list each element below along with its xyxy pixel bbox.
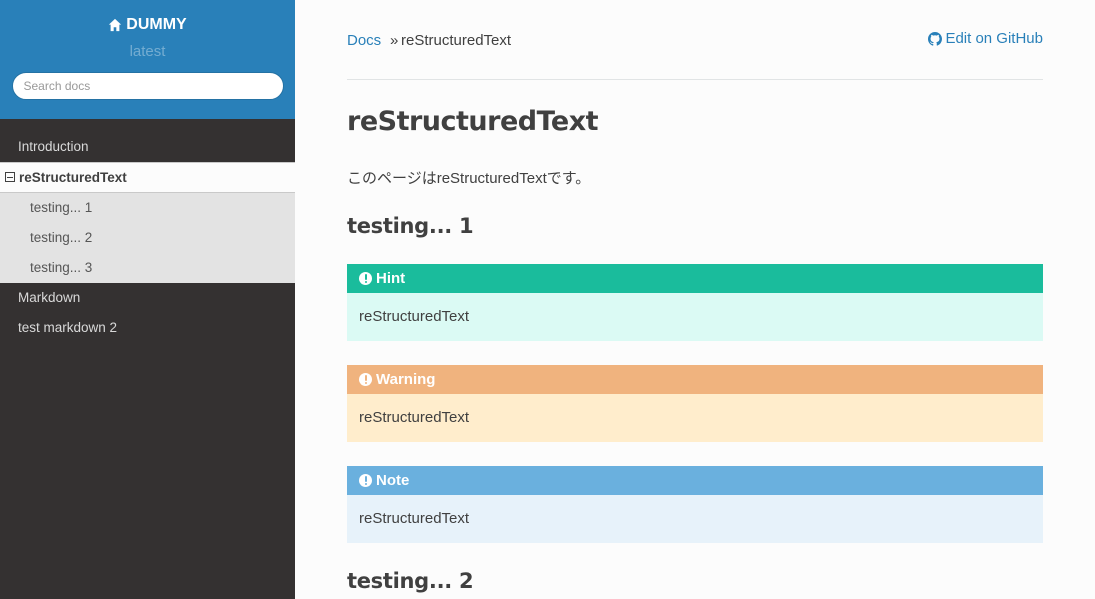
edit-on-github-label: Edit on GitHub — [945, 30, 1043, 47]
admonition-body: reStructuredText — [347, 495, 1043, 543]
sidebar-item-label: Markdown — [18, 290, 81, 305]
admonition-title: Note — [347, 466, 1043, 495]
project-name: DUMMY — [126, 16, 187, 33]
version-label: latest — [129, 43, 166, 60]
breadcrumb: Docs » reStructuredText Edit on GitHub — [347, 0, 1043, 80]
breadcrumb-separator: » — [390, 32, 399, 49]
collapse-toggle-icon[interactable] — [5, 172, 15, 183]
sidebar-item-label: testing... 2 — [30, 230, 93, 245]
admonition-title: Hint — [347, 264, 1043, 293]
exclamation-circle-icon — [359, 373, 372, 386]
github-icon — [928, 31, 943, 46]
hint-admonition: Hint reStructuredText — [347, 264, 1043, 341]
warning-admonition: Warning reStructuredText — [347, 365, 1043, 442]
sidebar-item-label: testing... 1 — [30, 200, 93, 215]
nav-menu: Introduction reStructuredText testing...… — [0, 132, 295, 343]
home-icon — [109, 18, 122, 32]
sidebar-item-markdown[interactable]: Markdown — [0, 283, 295, 313]
sidebar-item-label: test markdown 2 — [18, 320, 118, 335]
sidebar-item-test-markdown-2[interactable]: test markdown 2 — [0, 313, 295, 343]
admonition-body: reStructuredText — [347, 394, 1043, 442]
note-admonition: Note reStructuredText — [347, 466, 1043, 543]
main-content: Docs » reStructuredText Edit on GitHub r… — [347, 0, 1043, 593]
breadcrumb-docs-link[interactable]: Docs — [347, 32, 381, 49]
sidebar-subitem-testing-3[interactable]: testing... 3 — [0, 253, 295, 283]
sidebar-item-restructuredtext[interactable]: reStructuredText — [0, 162, 295, 193]
admonition-title-label: Note — [376, 472, 410, 489]
sidebar-subitem-testing-2[interactable]: testing... 2 — [0, 223, 295, 253]
sidebar: DUMMY latest Introduction reStructuredTe… — [0, 0, 295, 599]
sidebar-item-introduction[interactable]: Introduction — [0, 132, 295, 162]
search-input[interactable] — [11, 72, 284, 100]
sidebar-item-label: testing... 3 — [30, 260, 93, 275]
project-home-link[interactable]: DUMMY — [108, 14, 187, 36]
edit-on-github-link[interactable]: Edit on GitHub — [928, 30, 1043, 47]
sidebar-item-label: Introduction — [18, 139, 89, 154]
page-title: reStructuredText — [347, 106, 599, 137]
admonition-title-label: Hint — [376, 270, 406, 287]
breadcrumb-current: reStructuredText — [401, 32, 512, 49]
admonition-body: reStructuredText — [347, 293, 1043, 341]
intro-paragraph: このページはreStructuredTextです。 — [347, 170, 591, 187]
exclamation-circle-icon — [359, 272, 372, 285]
sidebar-header: DUMMY latest — [0, 0, 295, 119]
sidebar-item-label: reStructuredText — [19, 170, 127, 185]
section-heading-testing-2: testing... 2 — [347, 569, 474, 593]
admonition-title: Warning — [347, 365, 1043, 394]
sidebar-subitem-testing-1[interactable]: testing... 1 — [0, 193, 295, 223]
section-heading-testing-1: testing... 1 — [347, 214, 474, 238]
exclamation-circle-icon — [359, 474, 372, 487]
admonition-title-label: Warning — [376, 371, 436, 388]
